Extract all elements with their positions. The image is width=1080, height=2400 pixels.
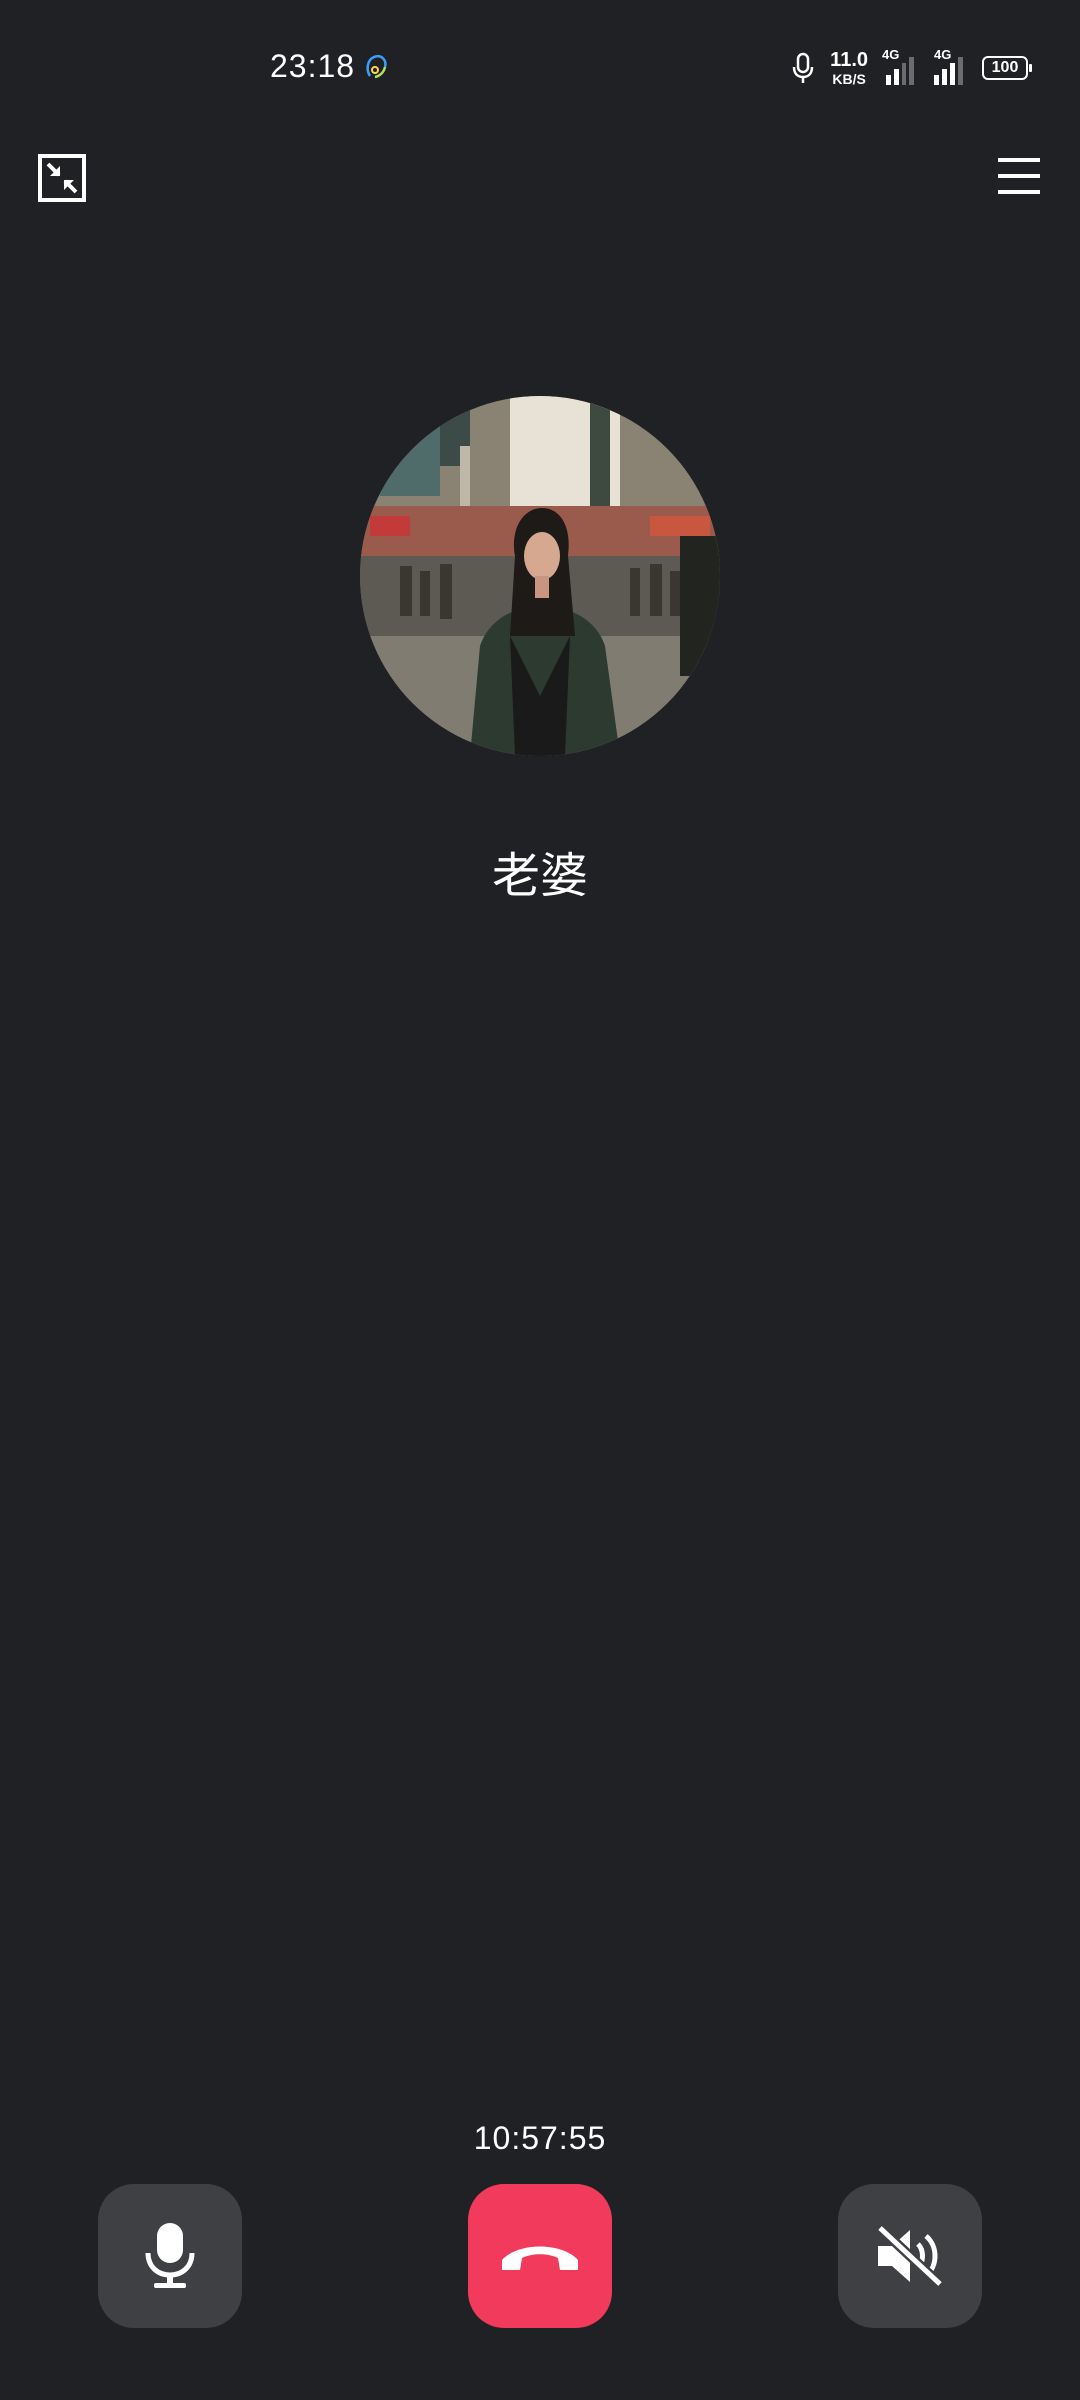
status-icons: 11.0 KB/S 4G 4G 100: [790, 46, 1032, 90]
signal-icon-sim2: 4G: [928, 47, 968, 85]
sim2-network-type: 4G: [934, 47, 952, 62]
contact-avatar: [360, 396, 720, 756]
menu-icon[interactable]: [998, 156, 1040, 196]
avatar-photo: [360, 396, 720, 756]
mic-status-icon: [792, 52, 814, 83]
call-timer: 10:57:55: [473, 2120, 607, 2156]
battery-icon: 100: [982, 56, 1032, 80]
phone-hangup-icon: [502, 2246, 578, 2270]
call-app-icon: [366, 55, 387, 79]
signal-icon-sim1: 4G: [882, 47, 914, 85]
status-time: 23:18: [270, 48, 356, 84]
network-speed-value: 11.0: [830, 49, 868, 71]
minimize-icon[interactable]: [38, 154, 86, 202]
microphone-icon: [145, 2223, 195, 2288]
speaker-mute-button[interactable]: [838, 2184, 982, 2328]
hang-up-button[interactable]: [468, 2184, 612, 2328]
status-bar: 23:18 11.0 KB/S 4G 4G 100: [0, 0, 1080, 140]
speaker-mute-icon: [876, 2224, 944, 2288]
contact-name: 老婆: [491, 850, 588, 903]
microphone-button[interactable]: [98, 2184, 242, 2328]
sim1-network-type: 4G: [882, 47, 900, 62]
voice-call-screen: 23:18 11.0 KB/S 4G 4G 100 老婆 10:57:55: [0, 0, 1080, 2400]
battery-level: 100: [991, 59, 1019, 76]
network-speed: 11.0 KB/S: [830, 50, 868, 86]
network-speed-unit: KB/S: [832, 71, 866, 87]
